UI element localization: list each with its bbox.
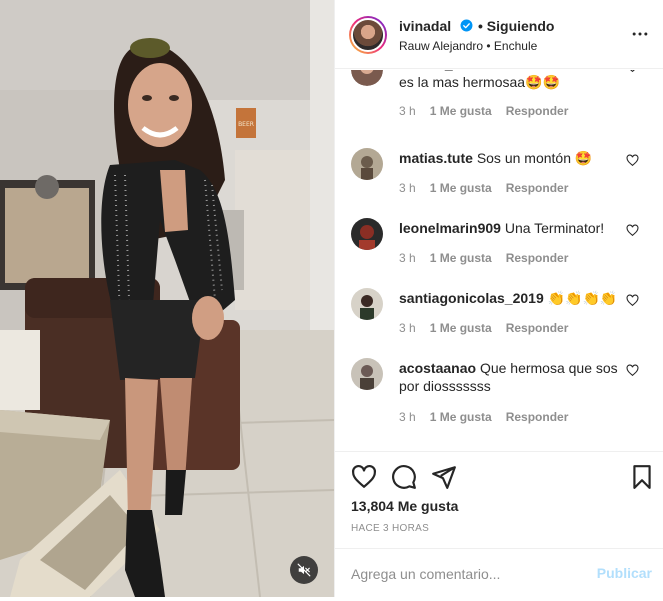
reply-button[interactable]: Responder (506, 410, 569, 424)
audio-track-link[interactable]: Rauw Alejandro • Enchule (399, 39, 537, 53)
comment-body: Sos un montón 🤩 (476, 150, 593, 166)
comment-username[interactable]: santiagonicolas_2019 (399, 290, 544, 306)
bookmark-icon[interactable] (629, 464, 655, 490)
comment-avatar[interactable] (351, 148, 383, 180)
comment-text-block: acostaanao Que hermosa que sos por dioss… (399, 359, 623, 395)
comment-item: leonelmarin909 Una Terminator! 3 h 1 Me g… (335, 218, 663, 288)
comment-username[interactable]: mattau_sanchez (399, 70, 508, 72)
comment-text-block: santiagonicolas_2019 👏👏👏👏 (399, 289, 623, 307)
follow-status-button[interactable]: • Siguiendo (478, 18, 554, 34)
post-header: ivinadal • Siguiendo Rauw Alejandro • En… (335, 0, 663, 69)
video-frame: BEER (0, 0, 334, 597)
comment-likes[interactable]: 1 Me gusta (430, 321, 492, 335)
comment-heart-icon[interactable] (626, 70, 639, 73)
reply-button[interactable]: Responder (506, 251, 569, 265)
comment-username[interactable]: leonelmarin909 (399, 220, 501, 236)
comment-time[interactable]: 3 h (399, 104, 416, 118)
comment-body: Señoritaaa usted es la mas hermosaa🤩🤩 (399, 70, 618, 90)
comment-time[interactable]: 3 h (399, 321, 416, 335)
comment-heart-icon[interactable] (626, 294, 639, 307)
comment-time[interactable]: 3 h (399, 181, 416, 195)
comment-likes[interactable]: 1 Me gusta (430, 251, 492, 265)
comment-likes[interactable]: 1 Me gusta (430, 410, 492, 424)
comment-meta: 3 h 1 Me gusta Responder (399, 321, 582, 335)
paper-plane-icon[interactable] (431, 464, 457, 490)
comment-meta: 3 h 1 Me gusta Responder (399, 181, 582, 195)
comment-likes[interactable]: 1 Me gusta (430, 104, 492, 118)
comment-body: 👏👏👏👏 (547, 290, 618, 306)
comment-meta: 3 h 1 Me gusta Responder (399, 251, 582, 265)
likes-count[interactable]: 13,804 Me gusta (351, 498, 458, 514)
instagram-post: BEER ivinadal • Siguiendo Rauw Alejandro… (0, 0, 663, 597)
reply-button[interactable]: Responder (506, 321, 569, 335)
add-comment-form: Publicar (335, 548, 663, 597)
comment-input[interactable] (351, 564, 581, 584)
mute-toggle-button[interactable] (290, 556, 318, 584)
comment-time[interactable]: 3 h (399, 251, 416, 265)
comment-item: matias.tute Sos un montón 🤩 3 h 1 Me gust… (335, 148, 663, 218)
wall-sign-text: BEER (238, 121, 254, 128)
comment-heart-icon[interactable] (626, 224, 639, 237)
author-avatar[interactable] (349, 16, 387, 54)
comment-item: mattau_sanchez Señoritaaa usted es la ma… (335, 70, 663, 124)
comment-username[interactable]: acostaanao (399, 360, 476, 376)
comment-avatar[interactable] (351, 70, 383, 86)
post-video[interactable]: BEER (0, 0, 334, 597)
comment-meta: 3 h 1 Me gusta Responder (399, 410, 582, 424)
publish-button[interactable]: Publicar (597, 565, 652, 581)
heart-icon[interactable] (351, 464, 377, 490)
reply-button[interactable]: Responder (506, 181, 569, 195)
reply-button[interactable]: Responder (506, 104, 569, 118)
comment-text-block: matias.tute Sos un montón 🤩 (399, 149, 623, 167)
comment-avatar[interactable] (351, 218, 383, 250)
comments-list[interactable]: mattau_sanchez Señoritaaa usted es la ma… (335, 70, 663, 450)
comment-text-block: mattau_sanchez Señoritaaa usted es la ma… (399, 70, 623, 91)
comment-icon[interactable] (391, 464, 417, 490)
muted-speaker-icon (297, 563, 311, 577)
more-options-icon[interactable] (630, 24, 650, 44)
author-username[interactable]: ivinadal (399, 18, 451, 34)
comment-avatar[interactable] (351, 288, 383, 320)
comment-item: santiagonicolas_2019 👏👏👏👏 3 h 1 Me gusta R… (335, 288, 663, 358)
post-side-panel: ivinadal • Siguiendo Rauw Alejandro • En… (334, 0, 663, 597)
comment-heart-icon[interactable] (626, 364, 639, 377)
comment-username[interactable]: matias.tute (399, 150, 473, 166)
verified-badge-icon (460, 19, 473, 32)
comment-likes[interactable]: 1 Me gusta (430, 181, 492, 195)
comment-heart-icon[interactable] (626, 154, 639, 167)
comment-item: acostaanao Que hermosa que sos por dioss… (335, 358, 663, 448)
follow-status-label: Siguiendo (486, 18, 555, 34)
comment-text-block: leonelmarin909 Una Terminator! (399, 219, 623, 237)
comment-time[interactable]: 3 h (399, 410, 416, 424)
comment-meta: 3 h 1 Me gusta Responder (399, 104, 582, 118)
comment-body: Una Terminator! (504, 220, 605, 236)
post-timestamp[interactable]: HACE 3 HORAS (351, 523, 429, 534)
comment-avatar[interactable] (351, 358, 383, 390)
bullet-separator: • (478, 18, 483, 34)
